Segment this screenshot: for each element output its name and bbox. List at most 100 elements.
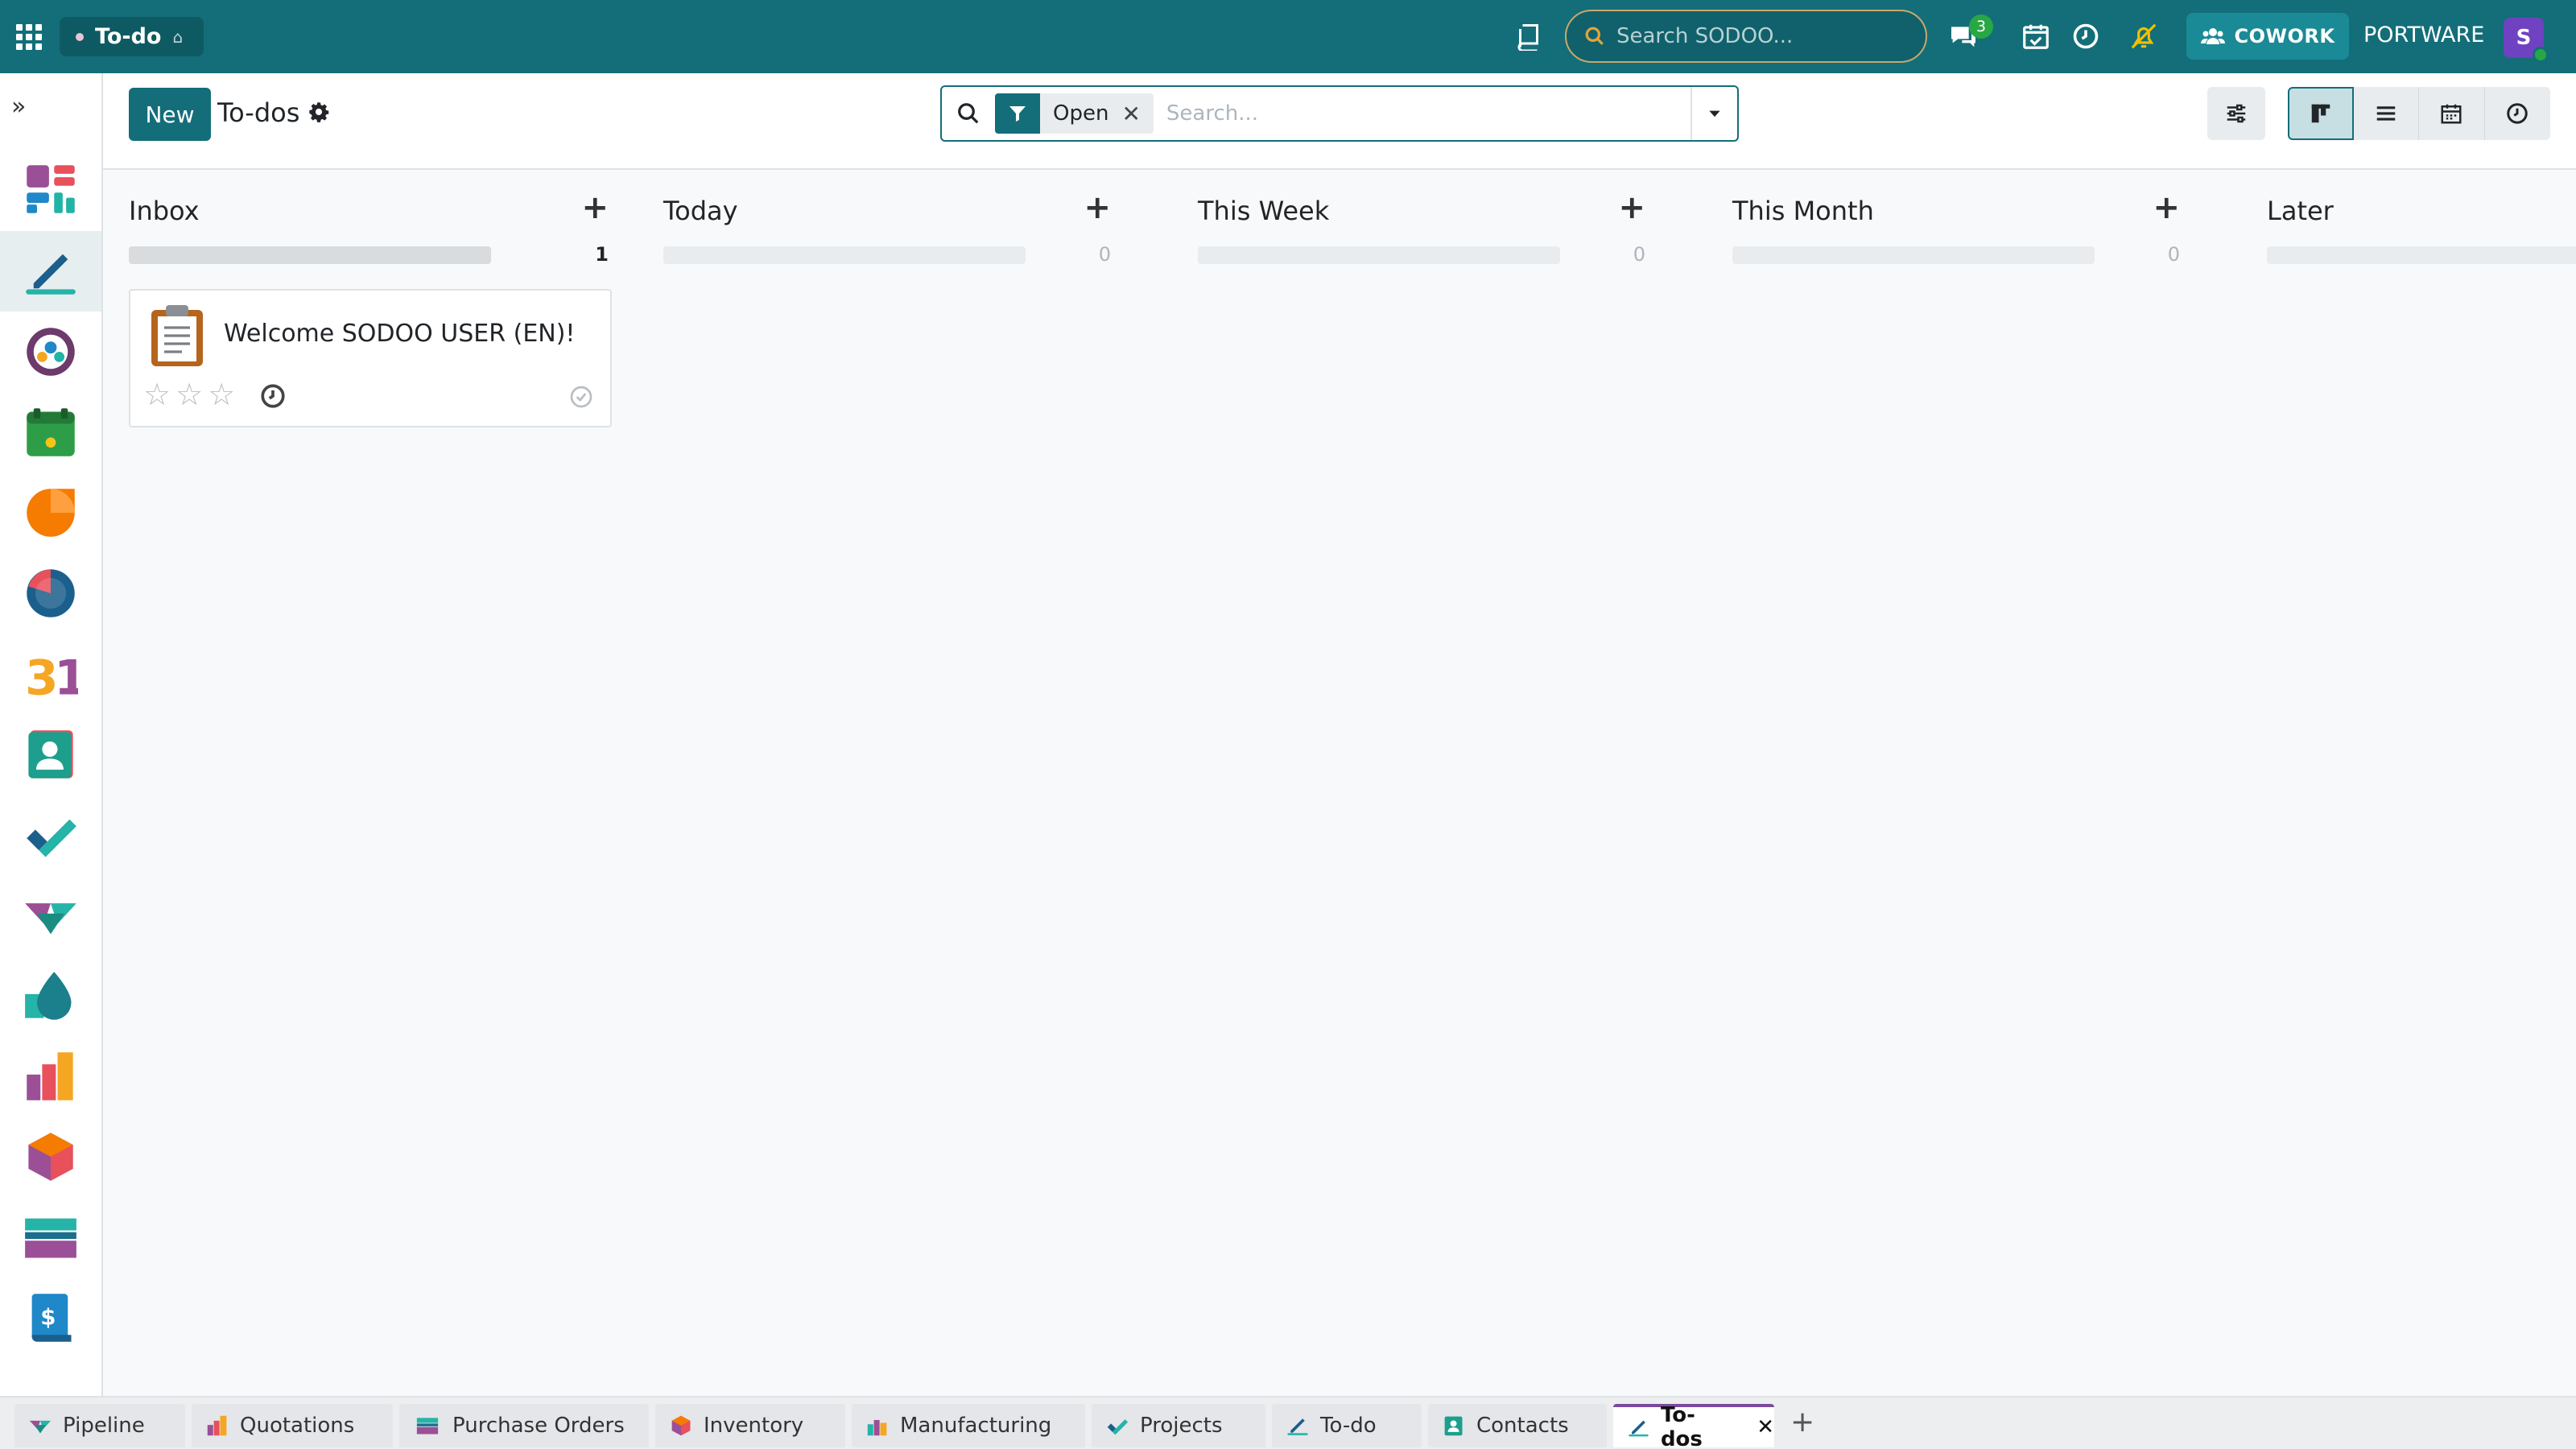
filter-icon xyxy=(995,93,1040,134)
star-icon[interactable]: ☆ xyxy=(143,379,171,410)
app-menu-icon[interactable] xyxy=(13,21,42,50)
quick-create-plus-icon[interactable]: + xyxy=(1084,189,1111,226)
view-switcher xyxy=(2288,87,2550,140)
tab-manufacturing[interactable]: Manufacturing xyxy=(852,1404,1085,1447)
timesheets-gauge-icon xyxy=(27,569,75,617)
events-calendar-icon xyxy=(27,408,75,456)
add-tab-icon[interactable]: + xyxy=(1790,1406,1814,1439)
app-dot-icon xyxy=(76,32,84,41)
priority-stars: ☆ ☆ ☆ xyxy=(143,379,235,410)
column-title[interactable]: This Month xyxy=(1732,196,1874,226)
kanban-column-later: Later xyxy=(2241,171,2576,1395)
tab-quotations[interactable]: Quotations xyxy=(192,1404,393,1447)
pipeline-icon xyxy=(29,1420,52,1434)
star-icon[interactable]: ☆ xyxy=(175,379,203,410)
tab-pipeline[interactable]: Pipeline xyxy=(14,1404,185,1447)
invoicing-dollar-icon: $ xyxy=(31,1294,72,1342)
mark-done-check-icon[interactable] xyxy=(568,384,594,413)
tab-contacts[interactable]: Contacts xyxy=(1428,1404,1607,1447)
quick-create-plus-icon[interactable]: + xyxy=(581,189,609,226)
sidebar-app-dashboards[interactable] xyxy=(0,149,101,229)
company-name[interactable]: PORTWARE xyxy=(2363,23,2484,47)
search-icon[interactable] xyxy=(942,101,995,126)
list-view-button[interactable] xyxy=(2353,87,2419,140)
search-options-toggle[interactable] xyxy=(1690,87,1737,140)
column-progress-bar[interactable] xyxy=(129,246,491,264)
clock-icon[interactable] xyxy=(2067,18,2104,55)
home-icon: ⌂ xyxy=(172,27,184,47)
tab-label: Pipeline xyxy=(63,1414,145,1438)
column-progress-bar[interactable] xyxy=(663,246,1026,264)
expand-sidebar-icon[interactable]: » xyxy=(11,93,26,121)
facet-label: Open xyxy=(1053,101,1109,126)
sidebar-app-todo[interactable] xyxy=(0,231,101,312)
remove-facet-icon[interactable]: ✕ xyxy=(1121,101,1153,127)
search-input[interactable] xyxy=(1166,101,1690,126)
sidebar-app-community[interactable] xyxy=(0,312,101,392)
sidebar-app-discuss[interactable] xyxy=(0,473,101,553)
star-icon[interactable]: ☆ xyxy=(208,379,235,410)
sidebar-app-crm[interactable] xyxy=(0,875,101,956)
crm-handshake-icon xyxy=(25,903,76,935)
sidebar-app-inventory[interactable] xyxy=(0,1117,101,1197)
close-tab-icon[interactable]: ✕ xyxy=(1757,1415,1774,1439)
column-title[interactable]: This Week xyxy=(1198,196,1329,226)
settings-sliders-button[interactable] xyxy=(2207,87,2265,140)
tab-label: Inventory xyxy=(704,1414,804,1438)
tab-purchase-orders[interactable]: Purchase Orders xyxy=(399,1404,649,1447)
search-bar[interactable]: Open ✕ xyxy=(940,85,1739,142)
kanban-view-button[interactable] xyxy=(2288,87,2354,140)
drop-icon xyxy=(25,972,72,1020)
user-avatar[interactable]: S xyxy=(2504,18,2549,63)
column-title[interactable]: Inbox xyxy=(129,196,200,226)
sidebar-app-calendar[interactable]: 31 xyxy=(0,634,101,714)
column-progress-bar[interactable] xyxy=(2267,246,2576,264)
kanban-icon xyxy=(2311,104,2330,123)
inventory-icon xyxy=(671,1415,691,1436)
knowledge-book-icon[interactable] xyxy=(1510,18,1547,55)
manufacturing-icon xyxy=(867,1420,887,1436)
column-title[interactable]: Later xyxy=(2267,196,2334,226)
contacts-icon xyxy=(28,730,73,778)
calendar-view-button[interactable] xyxy=(2419,87,2485,140)
activity-clock-icon[interactable] xyxy=(259,382,287,413)
activity-view-button[interactable] xyxy=(2484,87,2550,140)
kanban-card[interactable]: Welcome SODOO USER (EN)! ☆ ☆ ☆ xyxy=(129,289,612,427)
cowork-button[interactable]: COWORK xyxy=(2186,13,2349,60)
tab-todo[interactable]: To-do xyxy=(1272,1404,1422,1447)
quick-create-plus-icon[interactable]: + xyxy=(2153,189,2180,226)
current-app-pill[interactable]: To-do ⌂ xyxy=(60,17,204,56)
sidebar-app-iot[interactable] xyxy=(0,956,101,1036)
column-title[interactable]: Today xyxy=(663,196,738,226)
sidebar-app-events[interactable] xyxy=(0,392,101,473)
tab-todos-active[interactable]: To-dos ✕ xyxy=(1613,1403,1774,1449)
gear-icon[interactable] xyxy=(308,101,330,126)
dashboards-icon xyxy=(27,165,75,213)
sidebar-app-project[interactable] xyxy=(0,795,101,875)
calendar-check-icon[interactable] xyxy=(2017,18,2054,55)
tab-inventory[interactable]: Inventory xyxy=(655,1404,845,1447)
tab-label: To-dos xyxy=(1660,1403,1703,1449)
column-progress-bar[interactable] xyxy=(1732,246,2095,264)
tab-projects[interactable]: Projects xyxy=(1092,1404,1265,1447)
community-icon xyxy=(27,328,75,376)
global-search-input[interactable] xyxy=(1616,24,1906,48)
sidebar-app-contacts[interactable] xyxy=(0,714,101,795)
column-progress-bar[interactable] xyxy=(1198,246,1560,264)
list-icon xyxy=(2376,106,2395,121)
kanban-column-this-month: This Month + 0 xyxy=(1707,171,2190,1395)
tab-label: Contacts xyxy=(1476,1414,1569,1438)
inventory-box-icon xyxy=(28,1133,73,1181)
tab-label: Purchase Orders xyxy=(452,1414,625,1438)
search-facet-open[interactable]: Open ✕ xyxy=(995,93,1154,134)
sidebar-app-purchase[interactable] xyxy=(0,1197,101,1278)
quick-create-plus-icon[interactable]: + xyxy=(1618,189,1645,226)
sidebar-app-invoicing[interactable]: $ xyxy=(0,1278,101,1358)
purchase-icon xyxy=(416,1418,439,1435)
new-button[interactable]: New xyxy=(129,88,211,141)
global-search[interactable] xyxy=(1565,10,1927,63)
manufacturing-bars-icon xyxy=(27,1052,73,1100)
sidebar-app-manufacturing[interactable] xyxy=(0,1036,101,1117)
sidebar-app-timesheets[interactable] xyxy=(0,553,101,634)
bell-slash-icon[interactable] xyxy=(2125,18,2162,55)
